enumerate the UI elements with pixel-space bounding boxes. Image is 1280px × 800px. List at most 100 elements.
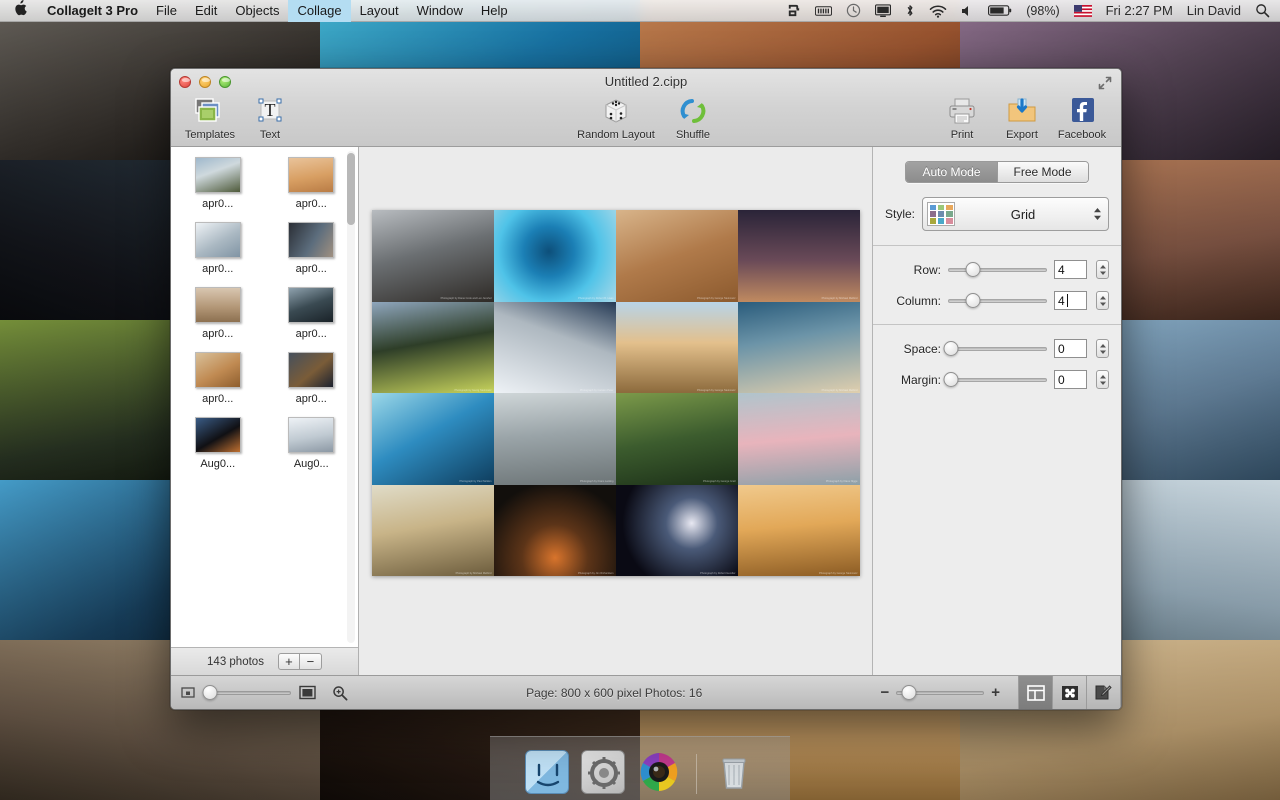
- menu-item-window[interactable]: Window: [408, 0, 472, 22]
- edit-panel-icon[interactable]: [1087, 675, 1121, 709]
- collage-cell[interactable]: Photograph by Robert B. Haas: [493, 210, 616, 302]
- thumbnail-size-slider[interactable]: [202, 685, 291, 701]
- facebook-button[interactable]: Facebook: [1053, 93, 1111, 143]
- chevron-updown-icon[interactable]: [1091, 207, 1104, 221]
- list-item[interactable]: apr0...: [171, 157, 265, 210]
- list-item[interactable]: Aug0...: [265, 417, 359, 470]
- style-dropdown[interactable]: Grid: [922, 197, 1109, 231]
- layout-panel-icon[interactable]: [1019, 675, 1053, 709]
- collage-cell[interactable]: Photograph by Georg Steinmetz: [371, 301, 494, 393]
- column-label: Column:: [896, 293, 941, 308]
- menu-item-edit[interactable]: Edit: [186, 0, 226, 22]
- space-slider[interactable]: [943, 341, 1047, 357]
- menu-clock[interactable]: Fri 2:27 PM: [1099, 0, 1180, 22]
- export-button[interactable]: Export: [993, 93, 1051, 143]
- margin-input[interactable]: 0: [1054, 370, 1087, 389]
- finder-icon[interactable]: [524, 750, 569, 794]
- menu-item-layout[interactable]: Layout: [351, 0, 408, 22]
- mode-segmented-control: Auto Mode Free Mode: [905, 161, 1089, 183]
- menu-item-file[interactable]: File: [147, 0, 186, 22]
- remove-photo-button[interactable]: −: [299, 653, 322, 670]
- collage-cell[interactable]: Photograph by Klaus Nigge: [737, 393, 860, 485]
- print-button[interactable]: Print: [933, 93, 991, 143]
- list-item[interactable]: apr0...: [171, 222, 265, 275]
- large-thumbnail-icon[interactable]: [299, 685, 316, 700]
- display-icon[interactable]: [868, 0, 898, 22]
- menu-user-name[interactable]: Lin David: [1180, 0, 1248, 22]
- collage-cell[interactable]: Photograph by Michael Melford: [737, 301, 860, 393]
- collage-cell[interactable]: Photograph by Diane Cook and Len Jenshel: [371, 210, 494, 302]
- battery-icon[interactable]: [981, 0, 1019, 22]
- list-item[interactable]: apr0...: [265, 157, 359, 210]
- zoom-out-button[interactable]: −: [880, 685, 889, 700]
- wifi-icon[interactable]: [922, 0, 954, 22]
- dropbox-icon[interactable]: [779, 0, 808, 22]
- space-input[interactable]: 0: [1054, 339, 1087, 358]
- fullscreen-icon[interactable]: [1097, 75, 1113, 91]
- collage-cell[interactable]: Photograph by Michael Melford: [371, 484, 494, 576]
- volume-icon[interactable]: [954, 0, 981, 22]
- menu-app-name[interactable]: CollageIt 3 Pro: [38, 0, 147, 22]
- row-stepper[interactable]: [1096, 260, 1109, 279]
- collage-grid[interactable]: Photograph by Diane Cook and Len Jenshel…: [371, 210, 860, 576]
- column-input[interactable]: 4: [1054, 291, 1087, 310]
- list-item[interactable]: apr0...: [265, 222, 359, 275]
- column-slider[interactable]: [948, 293, 1047, 309]
- magnifier-icon[interactable]: [332, 685, 348, 701]
- row-slider[interactable]: [948, 262, 1047, 278]
- list-item[interactable]: apr0...: [265, 287, 359, 340]
- collageit-icon[interactable]: [637, 750, 681, 794]
- time-machine-icon[interactable]: [839, 0, 868, 22]
- menu-item-collage[interactable]: Collage: [288, 0, 351, 22]
- collage-cell[interactable]: Photograph by George Steinmetz: [737, 484, 860, 576]
- collage-cell[interactable]: Photograph by Jim Richardson: [493, 484, 616, 576]
- collage-cell[interactable]: Photograph by George Steinmetz: [615, 210, 738, 302]
- zoom-slider[interactable]: [896, 685, 985, 701]
- photo-list-scrollbar-thumb[interactable]: [347, 153, 355, 225]
- list-item[interactable]: apr0...: [265, 352, 359, 405]
- collage-cell[interactable]: Photograph by George Steinmetz: [615, 301, 738, 393]
- photo-thumbnail-grid: apr0... apr0... apr0... apr0... apr0... …: [171, 157, 358, 482]
- apple-logo-icon[interactable]: [0, 0, 38, 19]
- margin-stepper[interactable]: [1096, 370, 1109, 389]
- slider-knob[interactable]: [965, 293, 981, 308]
- space-stepper[interactable]: [1096, 339, 1109, 358]
- zoom-in-button[interactable]: +: [991, 685, 1000, 700]
- add-photo-button[interactable]: +: [277, 653, 300, 670]
- menu-item-objects[interactable]: Objects: [226, 0, 288, 22]
- slider-knob[interactable]: [202, 685, 218, 700]
- collage-cell[interactable]: Photograph by Frans Lanting: [493, 393, 616, 485]
- collage-cell[interactable]: Photograph by George Grall: [615, 393, 738, 485]
- photos-panel-icon[interactable]: [1053, 675, 1087, 709]
- list-item[interactable]: Aug0...: [171, 417, 265, 470]
- spotlight-search-icon[interactable]: [1248, 0, 1280, 22]
- slider-knob[interactable]: [901, 685, 917, 700]
- shuffle-button[interactable]: Shuffle: [664, 93, 722, 143]
- slider-knob[interactable]: [965, 262, 981, 277]
- random-layout-button[interactable]: Random Layout: [570, 93, 662, 143]
- slider-knob[interactable]: [943, 341, 959, 356]
- system-preferences-icon[interactable]: [580, 750, 625, 794]
- row-input[interactable]: 4: [1054, 260, 1087, 279]
- list-item[interactable]: apr0...: [171, 287, 265, 340]
- small-thumbnail-icon[interactable]: [181, 686, 195, 699]
- us-flag-icon[interactable]: [1067, 0, 1099, 22]
- templates-button[interactable]: Templates: [181, 93, 239, 143]
- collage-cell[interactable]: Photograph by Paul Nicklen: [371, 393, 494, 485]
- tab-free-mode[interactable]: Free Mode: [996, 162, 1088, 182]
- collage-cell[interactable]: Photograph by Michael Melford: [737, 210, 860, 302]
- photo-thumbnail-scroll[interactable]: apr0... apr0... apr0... apr0... apr0... …: [171, 147, 358, 647]
- margin-slider[interactable]: [943, 372, 1047, 388]
- collage-cell[interactable]: Photograph by Robert Gendler: [615, 484, 738, 576]
- collage-canvas-area[interactable]: Photograph by Diane Cook and Len Jenshel…: [359, 147, 873, 675]
- bluetooth-icon[interactable]: [898, 0, 922, 22]
- menu-item-help[interactable]: Help: [472, 0, 517, 22]
- collage-cell[interactable]: Photograph by Carsten Peter: [493, 301, 616, 393]
- trash-icon[interactable]: [712, 750, 756, 794]
- battery-pack-icon[interactable]: [808, 0, 839, 22]
- text-button[interactable]: T Text: [241, 93, 299, 143]
- tab-auto-mode[interactable]: Auto Mode: [906, 162, 997, 182]
- column-stepper[interactable]: [1096, 291, 1109, 310]
- list-item[interactable]: apr0...: [171, 352, 265, 405]
- slider-knob[interactable]: [943, 372, 959, 387]
